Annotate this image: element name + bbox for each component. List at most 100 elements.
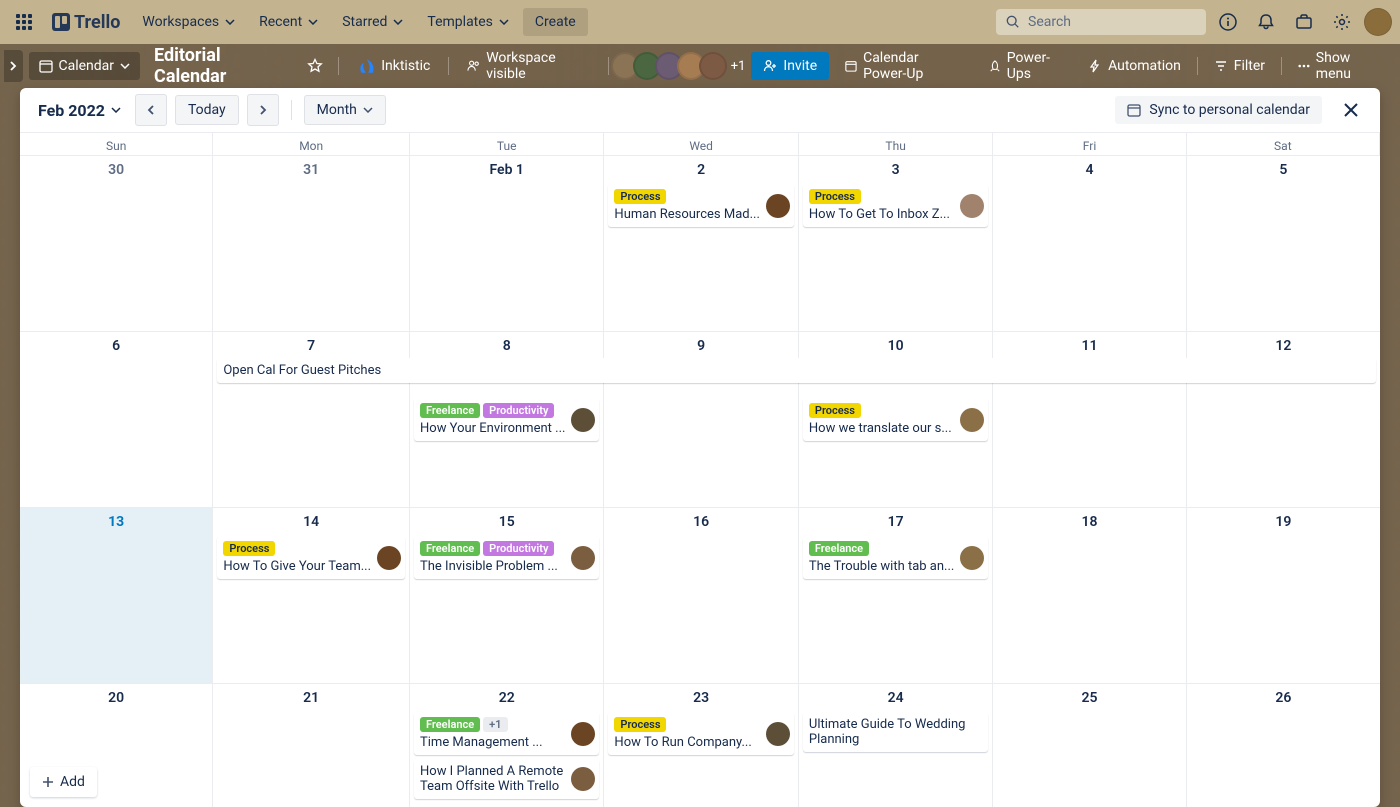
card-title: Open Cal For Guest Pitches <box>223 363 1369 378</box>
invite-button[interactable]: Invite <box>751 52 829 80</box>
profile-avatar[interactable] <box>1364 8 1392 36</box>
day-number: 18 <box>997 512 1181 536</box>
range-picker[interactable]: Month <box>304 95 386 125</box>
filter-button[interactable]: Filter <box>1204 52 1275 80</box>
card[interactable]: Process Human Resources Mad... <box>608 184 793 227</box>
day-cell[interactable]: 7 Open Cal For Guest Pitches <box>213 331 410 507</box>
day-cell[interactable]: 25 <box>993 683 1186 807</box>
day-number: 12 <box>1191 336 1376 360</box>
card[interactable]: Ultimate Guide To Wedding Planning <box>803 712 988 752</box>
day-cell[interactable]: 19 <box>1187 507 1380 683</box>
add-card-button[interactable]: Add <box>30 767 97 797</box>
card-label: Process <box>614 189 666 204</box>
expand-sidebar-button[interactable] <box>4 50 23 82</box>
day-header: Sun <box>20 132 213 155</box>
card[interactable]: Process How we translate our s... <box>803 398 988 441</box>
day-cell[interactable]: 24 Ultimate Guide To Wedding Planning <box>799 683 993 807</box>
close-button[interactable] <box>1334 97 1368 123</box>
card-title: Ultimate Guide To Wedding Planning <box>809 717 982 747</box>
card[interactable]: Freelance Productivity The Invisible Pro… <box>414 536 599 579</box>
today-button[interactable]: Today <box>175 95 239 125</box>
card-title: How To Run Company... <box>614 735 787 750</box>
show-menu-button[interactable]: Show menu <box>1288 44 1388 88</box>
notifications-icon[interactable] <box>1250 6 1282 38</box>
card[interactable]: Process How To Give Your Team... <box>217 536 405 579</box>
day-cell-today[interactable]: 13 <box>20 507 213 683</box>
automation-button[interactable]: Automation <box>1078 52 1191 80</box>
prev-month-button[interactable] <box>135 94 167 126</box>
starred-menu[interactable]: Starred <box>332 8 413 36</box>
card-label: Freelance <box>420 541 480 556</box>
member-avatar[interactable] <box>699 52 727 80</box>
day-cell[interactable]: 3 Process How To Get To Inbox Z... <box>799 155 993 331</box>
workspaces-menu[interactable]: Workspaces <box>132 8 245 36</box>
visibility-button[interactable]: Workspace visible <box>457 44 599 88</box>
board-members[interactable]: +1 <box>617 52 746 80</box>
plus-icon <box>42 776 54 788</box>
more-icon <box>1298 64 1310 68</box>
day-cell[interactable]: 5 <box>1187 155 1380 331</box>
day-header: Sat <box>1187 132 1380 155</box>
card-label: Productivity <box>483 403 554 418</box>
chevron-right-icon <box>9 60 17 72</box>
create-button[interactable]: Create <box>523 8 588 36</box>
day-number: 2 <box>608 160 793 184</box>
day-cell[interactable]: Feb 1 <box>410 155 604 331</box>
settings-icon[interactable] <box>1326 6 1358 38</box>
month-picker[interactable]: Feb 2022 <box>32 97 127 124</box>
day-header: Fri <box>993 132 1186 155</box>
sync-calendar-button[interactable]: Sync to personal calendar <box>1115 96 1322 124</box>
card[interactable]: How I Planned A Remote Team Offsite With… <box>414 759 599 799</box>
card-label: Freelance <box>420 717 480 732</box>
day-cell[interactable]: 18 <box>993 507 1186 683</box>
day-cell[interactable]: 22 Freelance +1 Time Management ... How … <box>410 683 604 807</box>
card-title: Time Management ... <box>420 735 593 750</box>
day-number: 6 <box>24 336 208 360</box>
day-cell[interactable]: 30 <box>20 155 213 331</box>
chevron-down-icon <box>120 63 130 69</box>
briefcase-icon[interactable] <box>1288 6 1320 38</box>
people-icon <box>467 59 480 73</box>
card[interactable]: Freelance +1 Time Management ... <box>414 712 599 755</box>
info-icon[interactable] <box>1212 6 1244 38</box>
members-overflow[interactable]: +1 <box>731 59 746 74</box>
recent-menu[interactable]: Recent <box>249 8 328 36</box>
day-cell[interactable]: 14 Process How To Give Your Team... <box>213 507 410 683</box>
divider <box>448 57 449 75</box>
templates-menu[interactable]: Templates <box>417 8 519 36</box>
day-cell[interactable]: 21 <box>213 683 410 807</box>
card[interactable]: Freelance The Trouble with tab an... <box>803 536 988 579</box>
calendar-powerup-button[interactable]: Calendar Power-Up <box>835 44 975 88</box>
card[interactable]: Freelance Productivity How Your Environm… <box>414 398 599 441</box>
filter-icon <box>1214 59 1228 73</box>
card-label: Process <box>809 403 861 418</box>
next-month-button[interactable] <box>247 94 279 126</box>
day-cell[interactable]: 20 Add <box>20 683 213 807</box>
workspace-link[interactable]: Inktistic <box>347 51 440 81</box>
apps-switcher-icon[interactable] <box>8 6 40 38</box>
star-board-button[interactable] <box>301 50 331 82</box>
day-cell[interactable]: 23 Process How To Run Company... <box>604 683 798 807</box>
search-input[interactable]: Search <box>996 9 1206 35</box>
day-cell[interactable]: 6 <box>20 331 213 507</box>
trello-logo[interactable]: Trello <box>44 12 128 33</box>
card[interactable]: Process How To Get To Inbox Z... <box>803 184 988 227</box>
board-title[interactable]: Editorial Calendar <box>146 45 295 87</box>
day-number: 8 <box>414 336 599 360</box>
day-number: 14 <box>217 512 405 536</box>
day-cell[interactable]: 2 Process Human Resources Mad... <box>604 155 798 331</box>
powerups-button[interactable]: Power-Ups <box>979 44 1074 88</box>
card-spanning[interactable]: Open Cal For Guest Pitches <box>217 358 1375 383</box>
card-avatar <box>571 722 595 746</box>
day-cell[interactable]: 16 <box>604 507 798 683</box>
day-cell[interactable]: 4 <box>993 155 1186 331</box>
card[interactable]: Process How To Run Company... <box>608 712 793 755</box>
day-number: 19 <box>1191 512 1376 536</box>
day-cell[interactable]: 17 Freelance The Trouble with tab an... <box>799 507 993 683</box>
view-switcher[interactable]: Calendar <box>29 52 141 80</box>
day-cell[interactable]: 15 Freelance Productivity The Invisible … <box>410 507 604 683</box>
day-number: 11 <box>997 336 1181 360</box>
day-cell[interactable]: 31 <box>213 155 410 331</box>
day-cell[interactable]: 26 <box>1187 683 1380 807</box>
chevron-down-icon <box>363 107 373 113</box>
